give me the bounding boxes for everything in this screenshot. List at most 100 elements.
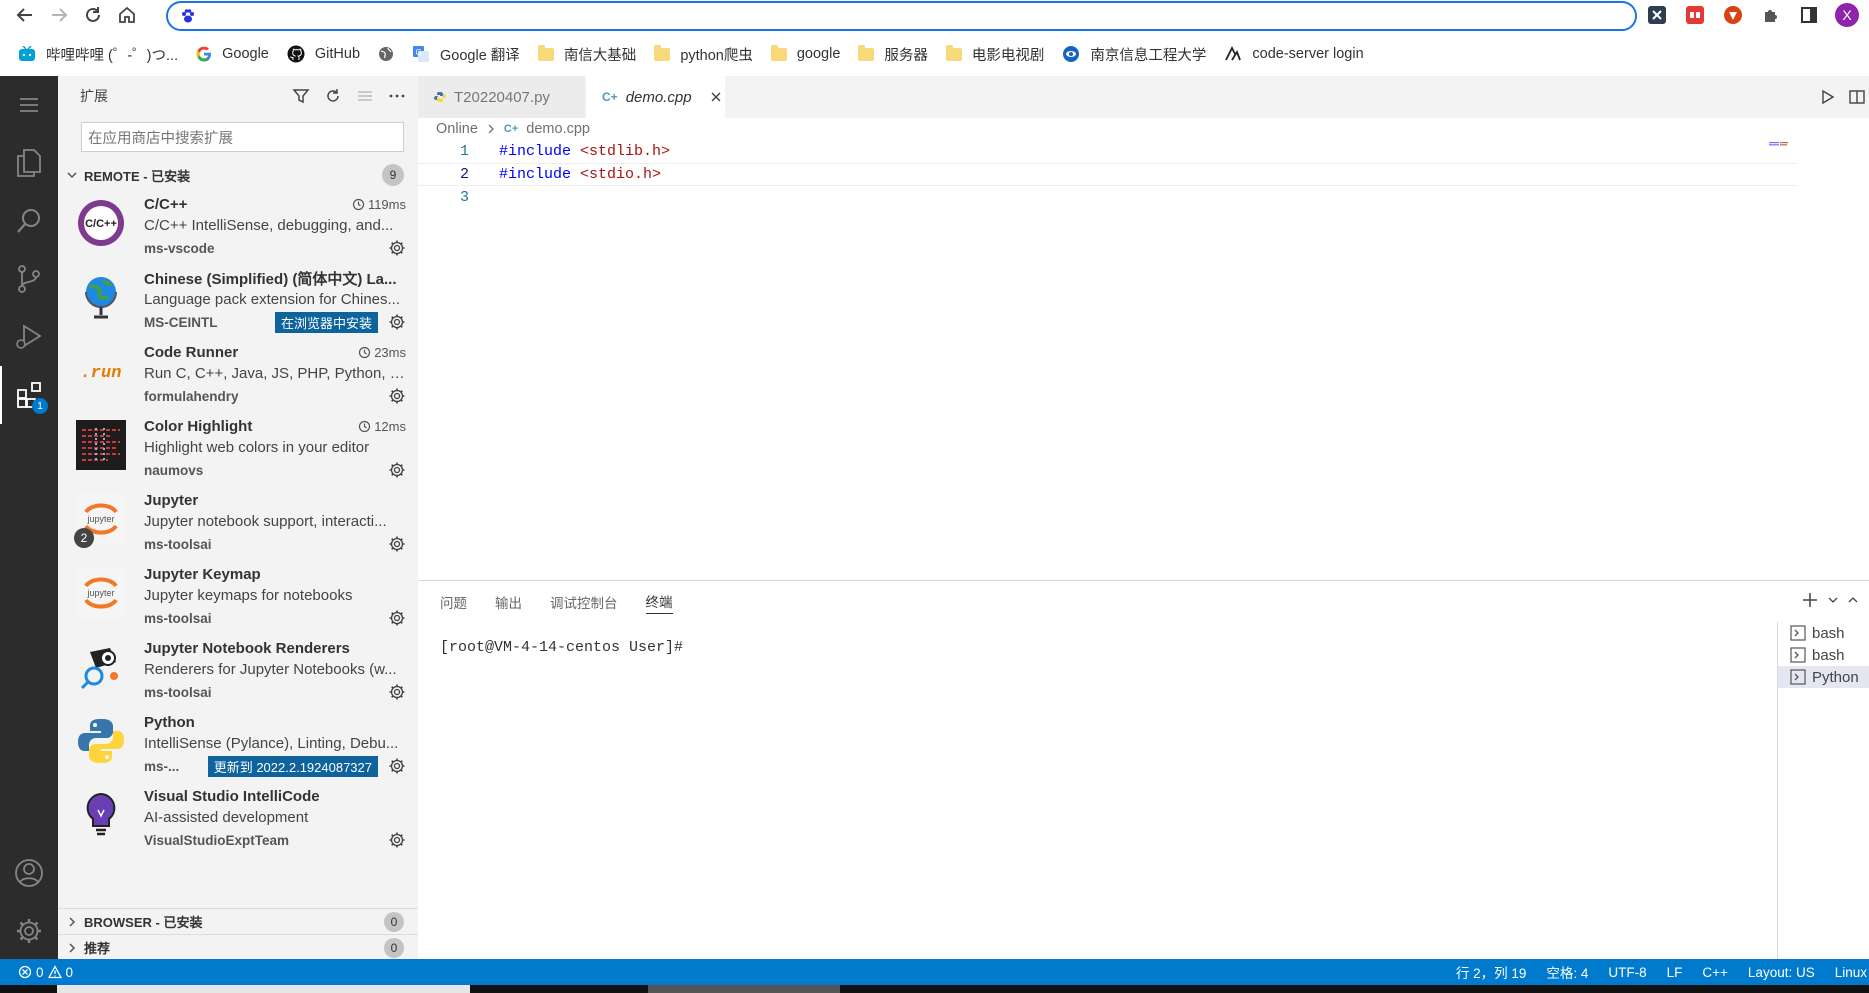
manage-gear-icon[interactable] xyxy=(388,683,406,701)
extension-item-intellicode[interactable]: Visual Studio IntelliCode AI-assisted de… xyxy=(58,780,418,854)
filter-icon[interactable] xyxy=(292,87,310,105)
manage-gear-icon[interactable] xyxy=(388,831,406,849)
ext-red-icon[interactable] xyxy=(1681,1,1709,29)
address-bar[interactable] xyxy=(166,1,1637,31)
python-file-icon xyxy=(434,92,446,102)
extension-item-python[interactable]: Python IntelliSense (Pylance), Linting, … xyxy=(58,706,418,780)
breadcrumb-item[interactable]: Online xyxy=(436,121,478,137)
manage-gear-icon[interactable] xyxy=(388,387,406,405)
indentation[interactable]: 空格: 4 xyxy=(1546,962,1588,982)
remote-installed-section-header[interactable]: REMOTE - 已安装 9 xyxy=(58,162,418,188)
install-in-browser-button[interactable]: 在浏览器中安装 xyxy=(274,311,378,333)
side-panel-icon[interactable] xyxy=(1795,1,1823,29)
recommended-section-header[interactable]: 推荐 0 xyxy=(58,934,418,960)
chevron-down-icon[interactable] xyxy=(1827,591,1839,609)
explorer-button[interactable] xyxy=(0,134,58,192)
terminal-output[interactable]: [root@VM-4-14-centos User]# xyxy=(440,639,683,656)
bookmark-bilibili[interactable]: 哔哩哔哩 (゜-゜)つ... xyxy=(16,40,188,68)
tab-problems[interactable]: 问题 xyxy=(440,592,467,612)
renderers-logo-icon xyxy=(76,642,126,692)
terminal-item-bash-2[interactable]: bash xyxy=(1778,644,1869,666)
bookmark-github[interactable]: GitHub xyxy=(285,40,370,68)
code-editor[interactable]: 1 #include <stdlib.h> 2 #include <stdio.… xyxy=(418,140,1869,209)
end-of-line[interactable]: LF xyxy=(1667,965,1683,980)
profile-avatar[interactable]: X xyxy=(1833,1,1861,29)
run-debug-button[interactable] xyxy=(0,308,58,366)
plus-icon[interactable] xyxy=(1801,591,1819,609)
history-icon xyxy=(352,198,365,210)
chevron-up-icon[interactable] xyxy=(1847,591,1859,609)
activation-time-value: 23ms xyxy=(374,344,406,360)
ext-x-icon[interactable] xyxy=(1643,1,1671,29)
bookmark-folder-server[interactable]: 服务器 xyxy=(856,40,938,68)
source-control-button[interactable] xyxy=(0,250,58,308)
bookmark-folder-movies[interactable]: 电影电视剧 xyxy=(944,40,1055,68)
ext-shield-icon[interactable] xyxy=(1719,1,1747,29)
activation-time: 12ms xyxy=(358,419,406,434)
breadcrumb-item[interactable]: demo.cpp xyxy=(526,121,590,137)
manage-gear-icon[interactable] xyxy=(388,461,406,479)
back-button[interactable] xyxy=(8,0,42,30)
manage-button[interactable] xyxy=(0,902,58,960)
menu-button[interactable] xyxy=(0,76,58,134)
extensions-button[interactable]: 1 xyxy=(0,366,58,424)
close-icon xyxy=(711,92,721,102)
extension-description: Language pack extension for Chines... xyxy=(144,291,401,308)
language-mode[interactable]: C++ xyxy=(1702,965,1728,980)
manage-gear-icon[interactable] xyxy=(388,239,406,257)
reload-button[interactable] xyxy=(76,0,110,30)
forward-button[interactable] xyxy=(42,0,76,30)
bookmark-folder-google[interactable]: google xyxy=(769,40,851,68)
extension-item-jupyter-renderers[interactable]: Jupyter Notebook Renderers Renderers for… xyxy=(58,632,418,706)
bookmark-label: 哔哩哔哩 (゜-゜)つ... xyxy=(46,47,179,64)
bookmark-label: GitHub xyxy=(314,46,361,62)
search-view-button[interactable] xyxy=(0,192,58,250)
update-extension-button[interactable]: 更新到 2022.2.1924087327 xyxy=(207,755,378,777)
terminal-item-python[interactable]: Python xyxy=(1778,666,1869,688)
problems-indicator[interactable]: 0 0 xyxy=(0,965,73,980)
panel-actions xyxy=(1801,591,1859,609)
extension-publisher: naumovs xyxy=(144,462,204,478)
bookmark-folder-nuist-basic[interactable]: 南信大基础 xyxy=(536,40,647,68)
bookmark-google[interactable]: Google xyxy=(194,40,279,68)
taskbar-segment xyxy=(57,985,470,993)
minimap[interactable] xyxy=(1769,142,1849,146)
tab-debug-console[interactable]: 调试控制台 xyxy=(550,592,618,612)
manage-gear-icon[interactable] xyxy=(388,535,406,553)
accounts-button[interactable] xyxy=(0,844,58,902)
cursor-position[interactable]: 行 2，列 19 xyxy=(1456,962,1527,982)
more-actions-icon[interactable] xyxy=(388,87,406,105)
bookmark-code-server[interactable]: code-server login xyxy=(1222,40,1373,68)
bookmark-folder-python-crawler[interactable]: python爬虫 xyxy=(652,40,763,68)
tab-output[interactable]: 输出 xyxy=(495,592,522,612)
extension-item-color-highlight[interactable]: Color Highlight 12ms Highlight web colors… xyxy=(58,410,418,484)
manage-gear-icon[interactable] xyxy=(388,757,406,775)
home-button[interactable] xyxy=(110,0,144,30)
extension-item-code-runner[interactable]: .run Code Runner 23ms Run C, C++, Java, J… xyxy=(58,336,418,410)
extension-item-cpp[interactable]: C/C++ C/C++ 119ms C/C++ IntelliSense, deb… xyxy=(58,188,418,262)
terminal-item-bash[interactable]: bash xyxy=(1778,622,1869,644)
tab-t20220407-py[interactable]: T20220407.py xyxy=(418,76,586,118)
bookmark-globe[interactable] xyxy=(376,40,404,68)
extension-item-jupyter-keymap[interactable]: jupyter Jupyter Keymap Jupyter keymaps f… xyxy=(58,558,418,632)
manage-gear-icon[interactable] xyxy=(388,609,406,627)
clear-results-icon[interactable] xyxy=(356,87,374,105)
browser-installed-section-header[interactable]: BROWSER - 已安装 0 xyxy=(58,908,418,934)
bookmark-nuist[interactable]: 南京信息工程大学 xyxy=(1060,40,1216,68)
bookmark-translate[interactable]: G Google 翻译 xyxy=(410,40,530,68)
close-tab-button[interactable] xyxy=(710,91,722,103)
tab-demo-cpp[interactable]: C+ demo.cpp xyxy=(586,76,726,118)
extension-item-jupyter[interactable]: jupyter 2 Jupyter Jupyter notebook suppo… xyxy=(58,484,418,558)
extension-item-chinese-lang-pack[interactable]: Chinese (Simplified) (简体中文) La... Langua… xyxy=(58,262,418,336)
bookmark-label: Google xyxy=(222,46,269,62)
platform[interactable]: Linux xyxy=(1835,965,1869,980)
refresh-icon[interactable] xyxy=(324,87,342,105)
extension-search-input[interactable]: 在应用商店中搜索扩展 xyxy=(81,122,404,152)
keyboard-layout[interactable]: Layout: US xyxy=(1748,965,1815,980)
manage-gear-icon[interactable] xyxy=(388,313,406,331)
puzzle-icon[interactable] xyxy=(1757,1,1785,29)
encoding[interactable]: UTF-8 xyxy=(1608,965,1646,980)
tab-terminal[interactable]: 终端 xyxy=(645,591,673,614)
run-icon[interactable] xyxy=(1819,89,1835,105)
split-editor-icon[interactable] xyxy=(1849,89,1865,105)
